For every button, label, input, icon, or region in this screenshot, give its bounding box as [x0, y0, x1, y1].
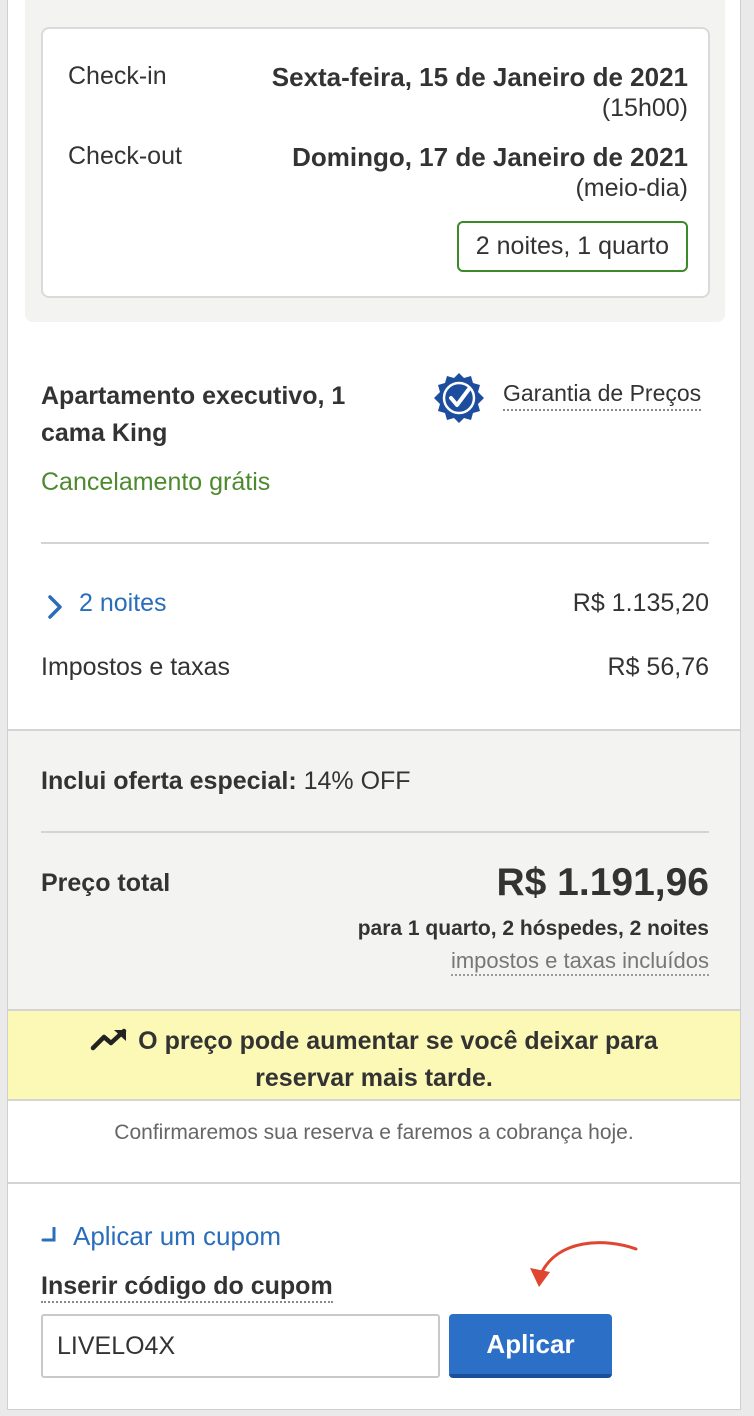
nights-amount: R$ 1.135,20 [572, 589, 709, 617]
dates-card: Check-in Sexta-feira, 15 de Janeiro de 2… [41, 27, 710, 298]
checkout-row: Check-out Domingo, 17 de Janeiro de 2021… [68, 142, 688, 206]
red-arrow-annotation-icon [530, 1241, 638, 1287]
coupon-field-label: Inserir código do cupom [41, 1272, 333, 1303]
divider [8, 1182, 740, 1184]
checkout-date: Domingo, 17 de Janeiro de 2021 [292, 142, 688, 172]
totals-section: Inclui oferta especial: 14% OFF Preço to… [8, 729, 740, 1009]
apply-coupon-label[interactable]: Aplicar um cupom [73, 1221, 281, 1251]
price-alert-text: O preço pode aumentar se você deixar par… [138, 1027, 658, 1092]
special-offer-label: Inclui oferta especial: [41, 767, 297, 795]
total-price-amount: R$ 1.191,96 [496, 861, 709, 904]
checkin-row: Check-in Sexta-feira, 15 de Janeiro de 2… [68, 62, 688, 126]
price-increase-alert: O preço pode aumentar se você deixar par… [8, 1009, 740, 1101]
taxes-included-note[interactable]: impostos e taxas incluídos [450, 948, 709, 976]
trending-up-icon [90, 1028, 127, 1051]
room-name: Apartamento executivo, 1 cama King [41, 382, 346, 447]
special-offer-value: 14% OFF [303, 767, 411, 795]
price-guarantee-link[interactable]: Garantia de Preços [503, 380, 702, 411]
checkout-time: (meio-dia) [575, 174, 688, 202]
stay-length-badge: 2 noites, 1 quarto [456, 221, 688, 272]
taxes-label: Impostos e taxas [41, 653, 230, 681]
checkin-time: (15h00) [601, 94, 688, 122]
taxes-amount: R$ 56,76 [607, 653, 709, 681]
checkmark-seal-icon [434, 373, 484, 423]
apply-coupon-button[interactable]: Aplicar [449, 1314, 612, 1378]
special-offer: Inclui oferta especial: 14% OFF [41, 767, 411, 796]
nights-row[interactable]: 2 noites R$ 1.135,20 [41, 589, 709, 625]
corner-arrow-icon [41, 1227, 56, 1242]
divider [41, 831, 709, 833]
free-cancellation-label: Cancelamento grátis [41, 468, 271, 496]
booking-summary-panel: Check-in Sexta-feira, 15 de Janeiro de 2… [7, 0, 741, 1410]
checkout-label: Check-out [68, 142, 182, 170]
total-price-label: Preço total [41, 869, 171, 897]
taxes-row: Impostos e taxas R$ 56,76 [41, 653, 709, 689]
apply-coupon-toggle[interactable]: Aplicar um cupom [41, 1221, 281, 1252]
total-price-details: para 1 quarto, 2 hóspedes, 2 noites [357, 917, 709, 940]
price-guarantee[interactable]: Garantia de Preços [433, 372, 713, 424]
stay-summary: Check-in Sexta-feira, 15 de Janeiro de 2… [25, 0, 725, 322]
divider [41, 542, 709, 544]
checkin-date: Sexta-feira, 15 de Janeiro de 2021 [271, 62, 688, 92]
checkin-label: Check-in [68, 62, 167, 90]
nights-toggle[interactable]: 2 noites [41, 589, 167, 618]
coupon-code-input[interactable] [41, 1314, 440, 1378]
charge-confirmation-note: Confirmaremos sua reserva e faremos a co… [114, 1121, 634, 1144]
